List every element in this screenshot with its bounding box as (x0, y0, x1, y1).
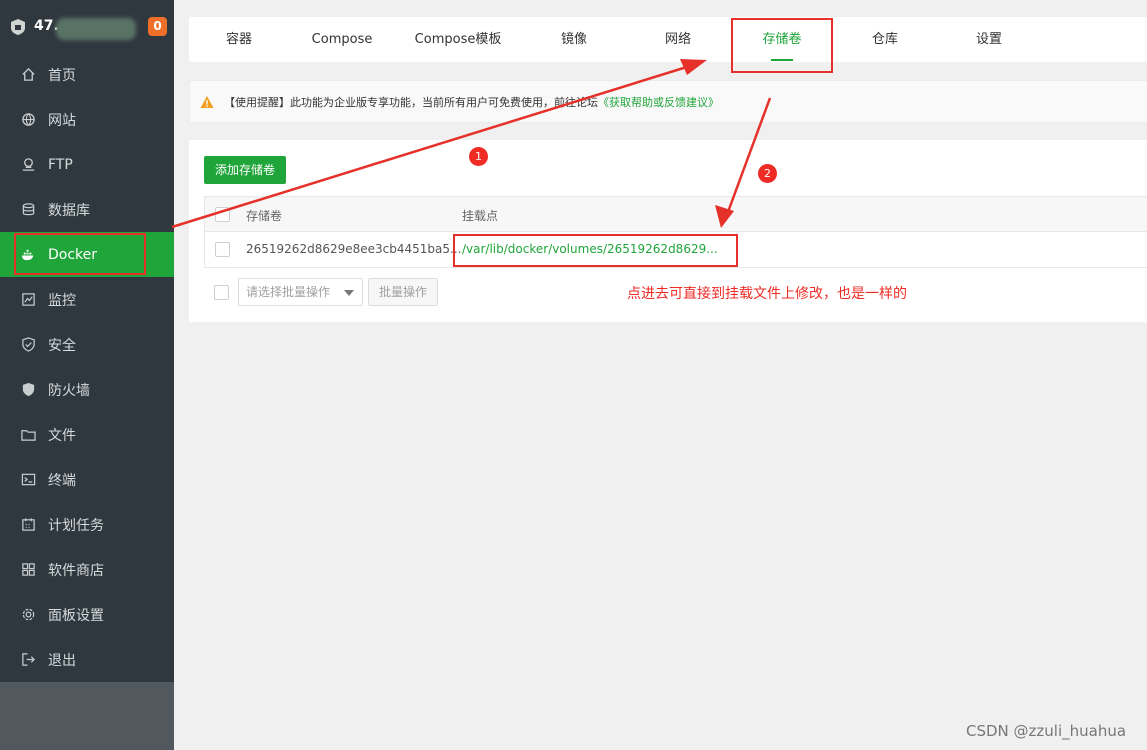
notice-message: 【使用提醒】此功能为企业版专享功能，当前所有用户可免费使用，前往论坛 (224, 96, 598, 109)
notice-text: 【使用提醒】此功能为企业版专享功能，当前所有用户可免费使用，前往论坛《获取帮助或… (224, 94, 719, 110)
sidebar-item-home[interactable]: 首页 (0, 52, 174, 97)
volume-name: 26519262d8629e8ee3cb4451ba5... (246, 242, 462, 256)
warning-icon (200, 96, 214, 108)
sidebar: 47. 0 首页 网站 FTP 数据库 Docker 监控 安全 防火墙 文件 (0, 0, 174, 750)
batch-select-placeholder: 请选择批量操作 (246, 285, 331, 299)
watermark: CSDN @zzuli_huahua (966, 722, 1127, 740)
sidebar-item-label: 软件商店 (48, 562, 104, 579)
tab-compose-templates[interactable]: Compose模板 (415, 17, 502, 62)
caret-down-icon (344, 290, 354, 296)
sidebar-item-label: 文件 (48, 427, 76, 444)
annotation-step-2: 2 (758, 164, 777, 183)
sidebar-item-database[interactable]: 数据库 (0, 187, 174, 232)
tab-registry[interactable]: 仓库 (872, 17, 898, 62)
annotation-box-docker (14, 233, 146, 275)
column-header-volume: 存储卷 (246, 209, 283, 223)
monitor-icon (20, 292, 36, 308)
sidebar-item-ftp[interactable]: FTP (0, 142, 174, 187)
home-icon (20, 67, 36, 83)
sidebar-item-label: 首页 (48, 67, 76, 84)
annotation-box-volumes-tab (731, 18, 833, 73)
notification-badge[interactable]: 0 (148, 17, 167, 36)
sidebar-item-label: 面板设置 (48, 607, 104, 624)
tab-networks[interactable]: 网络 (665, 17, 691, 62)
row-checkbox[interactable] (215, 242, 230, 257)
panel-logo-icon (11, 19, 25, 35)
add-volume-button[interactable]: 添加存储卷 (204, 156, 286, 184)
column-header-mountpoint: 挂载点 (462, 209, 499, 223)
sidebar-item-label: 退出 (48, 652, 76, 669)
tab-images[interactable]: 镜像 (561, 17, 587, 62)
batch-operation-button[interactable]: 批量操作 (368, 278, 438, 306)
sidebar-item-panel-settings[interactable]: 面板设置 (0, 592, 174, 637)
firewall-icon (20, 382, 36, 398)
annotation-step-1: 1 (469, 147, 488, 166)
sidebar-item-monitor[interactable]: 监控 (0, 277, 174, 322)
feedback-link[interactable]: 《获取帮助或反馈建议》 (598, 96, 719, 109)
logout-icon (20, 652, 36, 668)
terminal-icon (20, 472, 36, 488)
sidebar-item-label: 防火墙 (48, 382, 90, 399)
shield-icon (20, 337, 36, 353)
sidebar-item-security[interactable]: 安全 (0, 322, 174, 367)
sidebar-item-label: 监控 (48, 292, 76, 309)
calendar-icon (20, 517, 36, 533)
sidebar-item-files[interactable]: 文件 (0, 412, 174, 457)
sidebar-item-terminal[interactable]: 终端 (0, 457, 174, 502)
sidebar-item-cron[interactable]: 计划任务 (0, 502, 174, 547)
sidebar-item-firewall[interactable]: 防火墙 (0, 367, 174, 412)
enterprise-notice: 【使用提醒】此功能为企业版专享功能，当前所有用户可免费使用，前往论坛《获取帮助或… (189, 80, 1147, 123)
sidebar-item-label: FTP (48, 156, 73, 173)
annotation-note: 点进去可直接到挂载文件上修改，也是一样的 (627, 286, 907, 302)
sidebar-item-label: 终端 (48, 472, 76, 489)
table-header: 存储卷 挂载点 (204, 196, 1147, 232)
sidebar-item-label: 计划任务 (48, 517, 104, 534)
docker-tab-bar: 容器 Compose Compose模板 镜像 网络 存储卷 仓库 设置 (189, 17, 1147, 62)
sidebar-item-label: 网站 (48, 112, 76, 129)
ftp-icon (20, 157, 36, 173)
sidebar-item-label: 安全 (48, 337, 76, 354)
tab-settings[interactable]: 设置 (976, 17, 1002, 62)
folder-icon (20, 427, 36, 443)
globe-icon (20, 112, 36, 128)
tab-compose[interactable]: Compose (312, 17, 373, 62)
tab-containers[interactable]: 容器 (226, 17, 252, 62)
sidebar-item-logout[interactable]: 退出 (0, 637, 174, 682)
select-all-checkbox[interactable] (215, 207, 230, 222)
database-icon (20, 202, 36, 218)
sidebar-footer (0, 682, 174, 750)
sidebar-item-label: 数据库 (48, 202, 90, 219)
gear-icon (20, 607, 36, 623)
ip-redaction (56, 18, 136, 40)
grid-icon (20, 562, 36, 578)
batch-operation-select[interactable]: 请选择批量操作 (238, 278, 363, 306)
batch-select-checkbox[interactable] (214, 285, 229, 300)
sidebar-item-website[interactable]: 网站 (0, 97, 174, 142)
annotation-box-mountpoint (453, 234, 738, 267)
sidebar-item-store[interactable]: 软件商店 (0, 547, 174, 592)
sidebar-header: 47. 0 (0, 0, 174, 54)
